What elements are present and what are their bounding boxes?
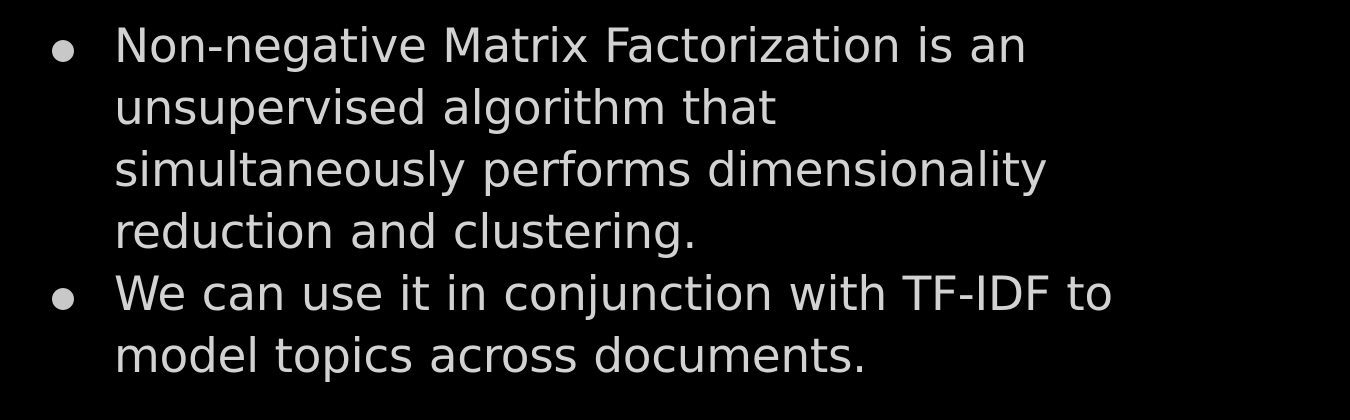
text-line: We can use it in conjunction with TF-IDF… — [114, 267, 1113, 322]
text-line: model topics across documents. — [114, 329, 867, 384]
bullet-item: We can use it in conjunction with TF-IDF… — [0, 264, 1350, 388]
bullet-dot-icon — [52, 40, 74, 62]
text-line: unsupervised algorithm that — [114, 81, 777, 136]
text-line: simultaneously performs dimensionality — [114, 143, 1048, 198]
slide: Non-negative Matrix Factorization is an … — [0, 0, 1350, 420]
bullet-item: Non-negative Matrix Factorization is an … — [0, 16, 1350, 264]
bullet-text: We can use it in conjunction with TF-IDF… — [114, 264, 1330, 388]
text-line: reduction and clustering. — [114, 205, 697, 260]
bullet-text: Non-negative Matrix Factorization is an … — [114, 16, 1330, 264]
bullet-list: Non-negative Matrix Factorization is an … — [0, 16, 1350, 388]
bullet-dot-icon — [52, 288, 74, 310]
text-line: Non-negative Matrix Factorization is an — [114, 19, 1027, 74]
